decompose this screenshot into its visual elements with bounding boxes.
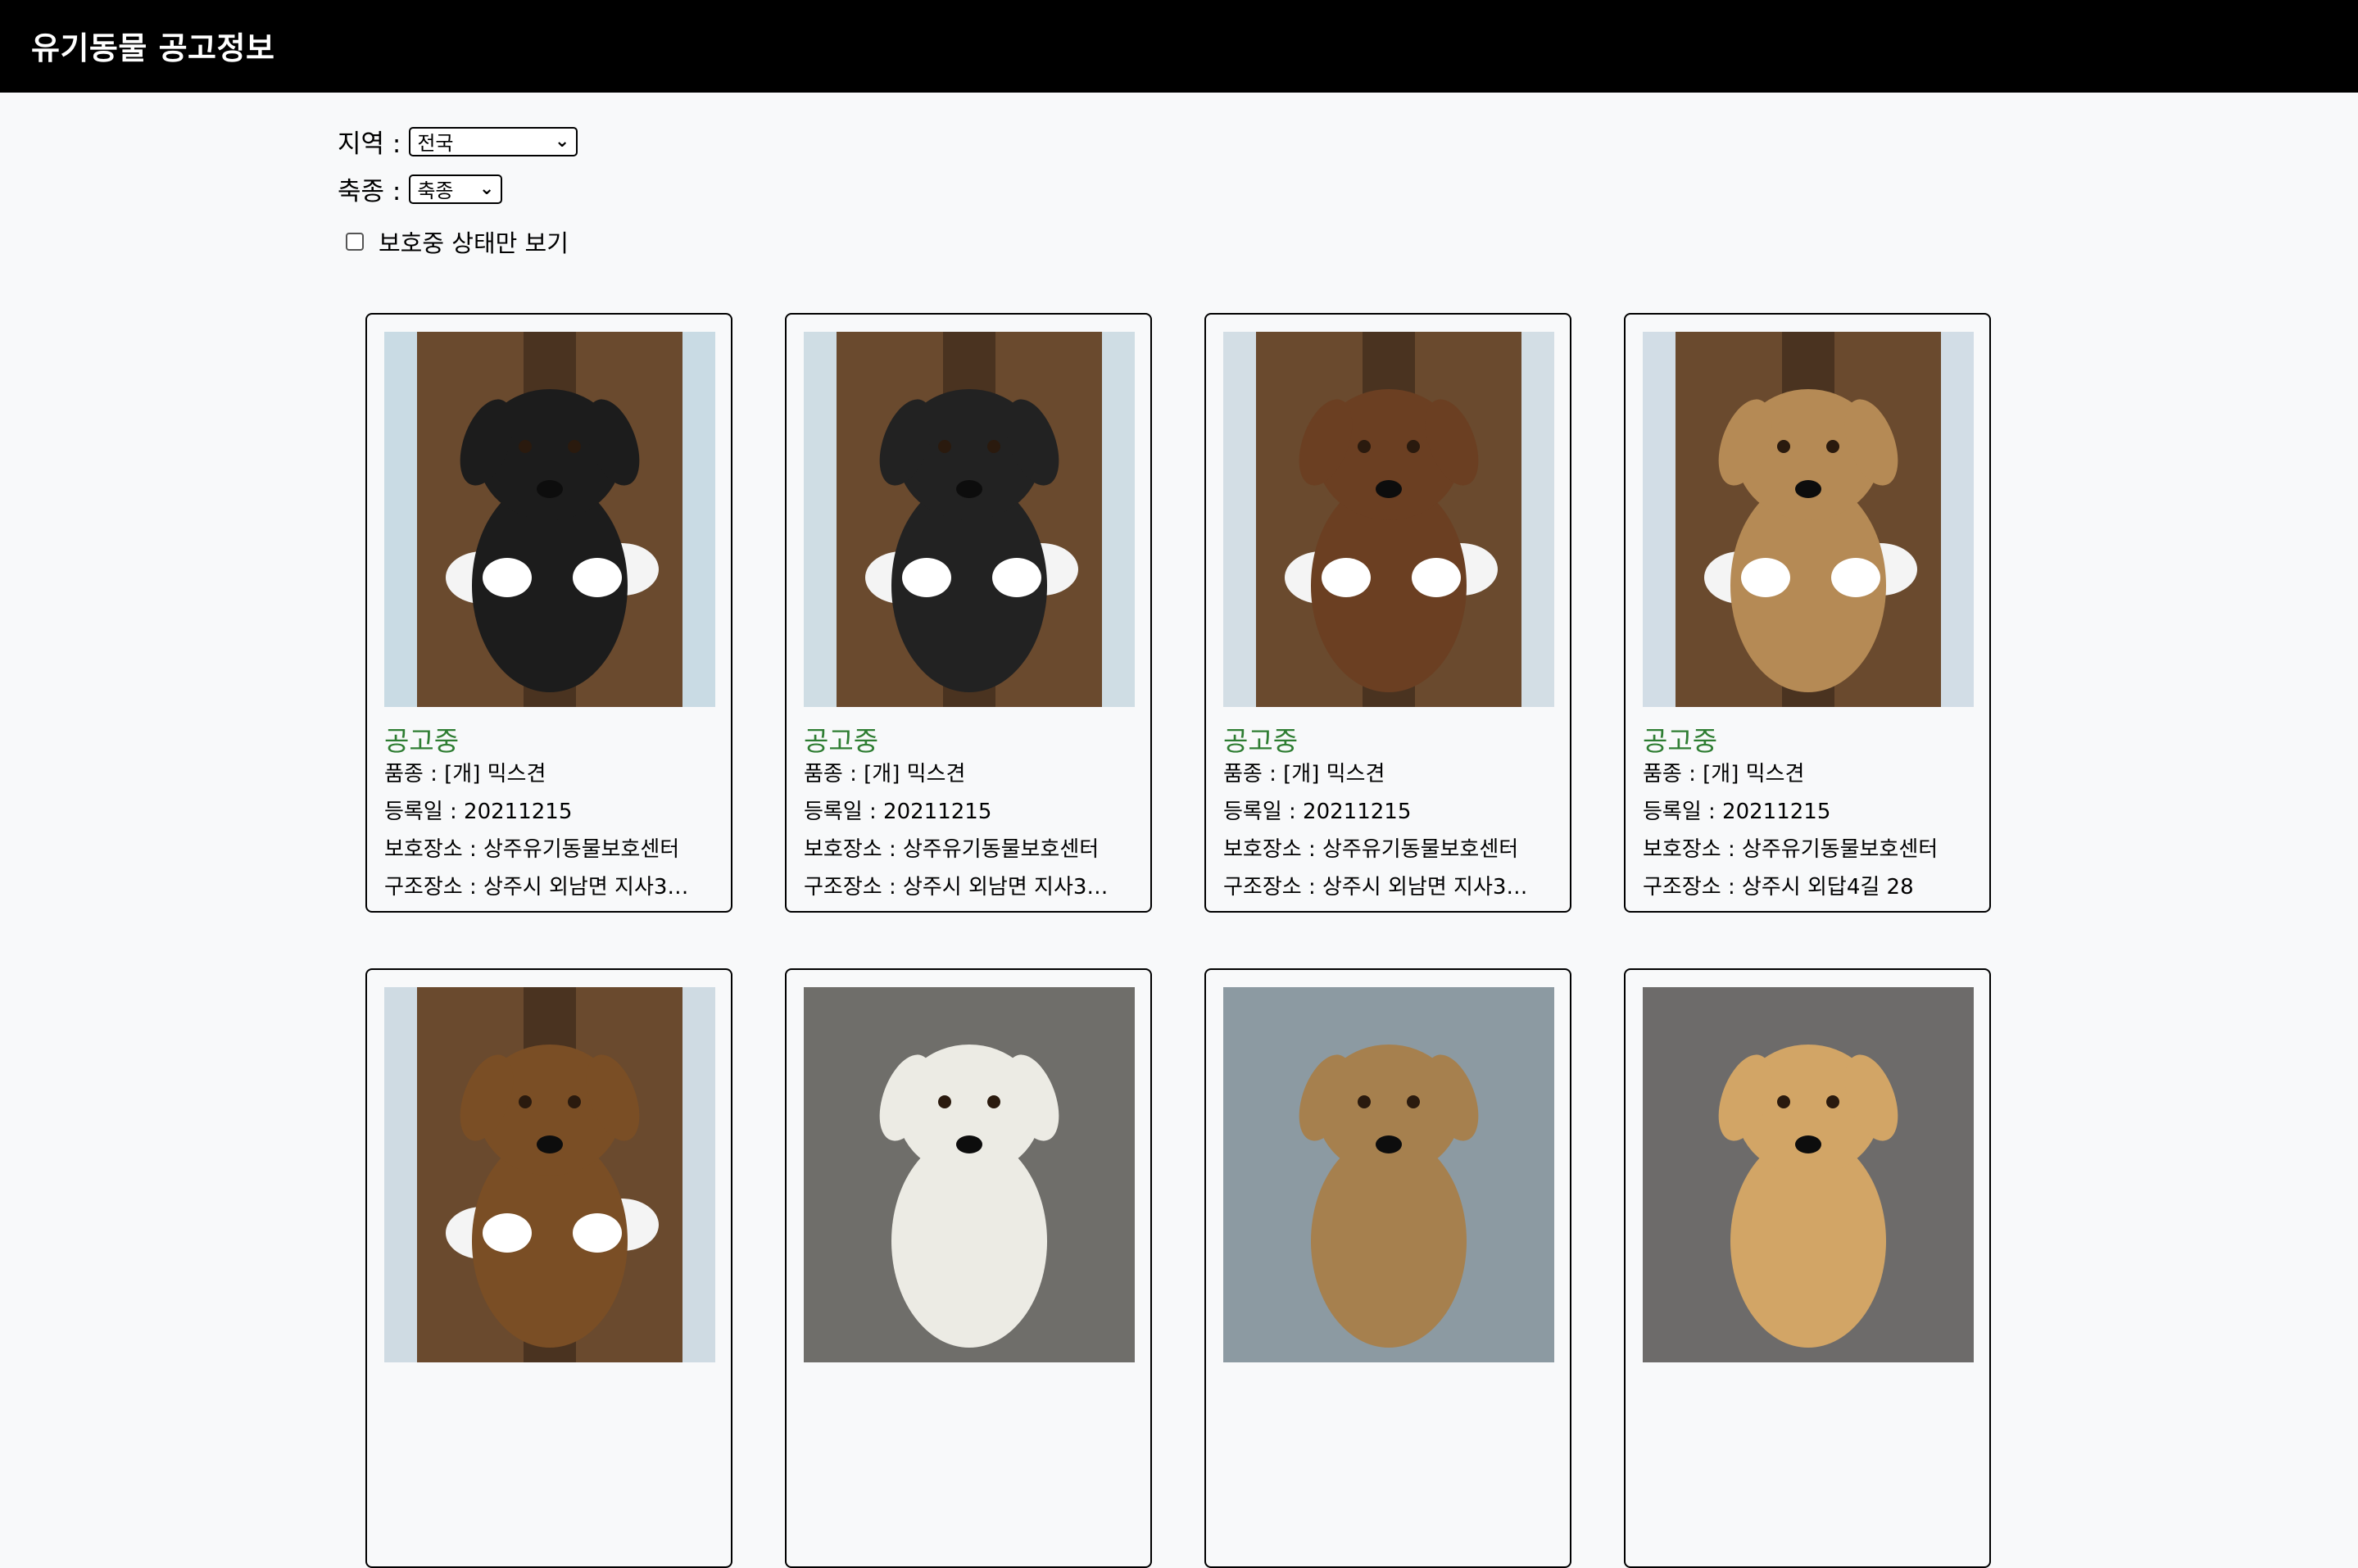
animal-photo[interactable]: [1643, 332, 1974, 707]
region-filter-label: 지역 :: [338, 129, 401, 159]
chevron-down-icon: ⌄: [554, 131, 570, 152]
dog-photo-illustration: [1643, 332, 1974, 707]
dog-photo-illustration: [1643, 987, 1974, 1362]
shelter-text: 보호장소 : 상주유기동물보호센터: [1223, 837, 1519, 862]
notice-status: 공고중: [804, 725, 879, 757]
species-select[interactable]: 축종 ⌄: [409, 174, 503, 204]
notice-status: 공고중: [1223, 725, 1299, 757]
shelter-text: 보호장소 : 상주유기동물보호센터: [1643, 837, 1939, 862]
shelter-text: 보호장소 : 상주유기동물보호센터: [804, 837, 1100, 862]
region-filter-row: 지역 : 전국 ⌄: [338, 123, 578, 160]
dog-photo-illustration: [1223, 332, 1554, 707]
rescue-location-text: 구조장소 : 상주시 외남면 지사3길 ...: [1223, 875, 1543, 900]
rescue-location-text: 구조장소 : 상주시 외남면 지사3길 ...: [804, 875, 1123, 900]
dog-photo-illustration: [1223, 987, 1554, 1362]
rescue-location-text: 구조장소 : 상주시 외답4길 28: [1643, 875, 1914, 900]
breed-text: 품종 : [개] 믹스견: [804, 762, 966, 786]
rescue-location-text: 구조장소 : 상주시 외남면 지사3길 ...: [384, 875, 704, 900]
animal-card[interactable]: [785, 968, 1152, 1568]
breed-text: 품종 : [개] 믹스견: [384, 762, 546, 786]
app-title[interactable]: 유기동물 공고정보: [31, 23, 274, 68]
animal-photo[interactable]: [384, 332, 715, 707]
protect-only-checkbox[interactable]: [346, 233, 364, 251]
animal-card[interactable]: [1624, 968, 1991, 1568]
animal-card[interactable]: [1204, 968, 1571, 1568]
animal-card[interactable]: 공고중품종 : [개] 믹스견등록일 : 20211215 보호장소 : 상주유기…: [1204, 313, 1571, 913]
top-navbar: 유기동물 공고정보: [0, 0, 2358, 93]
breed-text: 품종 : [개] 믹스견: [1223, 762, 1385, 786]
region-select[interactable]: 전국 ⌄: [409, 126, 578, 156]
dog-photo-illustration: [804, 987, 1135, 1362]
animal-photo[interactable]: [804, 987, 1135, 1362]
notice-status: 공고중: [1643, 725, 1718, 757]
animal-card[interactable]: 공고중품종 : [개] 믹스견등록일 : 20211215 보호장소 : 상주유기…: [365, 313, 732, 913]
region-select-value: 전국: [417, 132, 454, 155]
register-date-text: 등록일 : 20211215: [1223, 800, 1412, 824]
dog-photo-illustration: [804, 332, 1135, 707]
dog-photo-illustration: [384, 987, 715, 1362]
register-date-text: 등록일 : 20211215: [384, 800, 573, 824]
shelter-text: 보호장소 : 상주유기동물보호센터: [384, 837, 680, 862]
animal-photo[interactable]: [1643, 987, 1974, 1362]
animal-photo[interactable]: [384, 987, 715, 1362]
protect-only-row: 보호중 상태만 보기: [346, 224, 569, 259]
register-date-text: 등록일 : 20211215: [804, 800, 992, 824]
protect-only-label[interactable]: 보호중 상태만 보기: [379, 224, 569, 259]
animal-photo[interactable]: [1223, 987, 1554, 1362]
species-filter-label: 축종 :: [338, 177, 401, 206]
register-date-text: 등록일 : 20211215: [1643, 800, 1831, 824]
animal-photo[interactable]: [804, 332, 1135, 707]
animal-card[interactable]: 공고중품종 : [개] 믹스견등록일 : 20211215 보호장소 : 상주유기…: [785, 313, 1152, 913]
species-select-value: 축종: [417, 179, 454, 202]
animal-photo[interactable]: [1223, 332, 1554, 707]
notice-status: 공고중: [384, 725, 460, 757]
animal-card[interactable]: [365, 968, 732, 1568]
chevron-down-icon: ⌄: [478, 179, 495, 199]
dog-photo-illustration: [384, 332, 715, 707]
animal-card[interactable]: 공고중품종 : [개] 믹스견등록일 : 20211215 보호장소 : 상주유기…: [1624, 313, 1991, 913]
species-filter-row: 축종 : 축종 ⌄: [338, 170, 503, 207]
breed-text: 품종 : [개] 믹스견: [1643, 762, 1805, 786]
